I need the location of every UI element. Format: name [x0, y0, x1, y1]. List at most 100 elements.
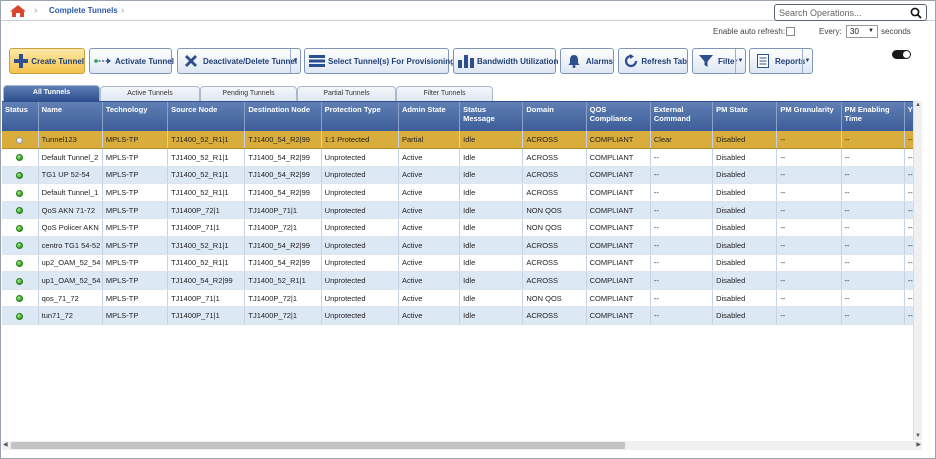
deactivate-delete-tunnel-button[interactable]: Deactivate/Delete Tunnel ▼: [177, 48, 301, 74]
table-cell: --: [776, 183, 842, 202]
status-cell: [2, 254, 39, 273]
table-row[interactable]: up1_OAM_52_54 MPLS-TP TJ1400_54_R2|99 TJ140…: [2, 271, 921, 290]
view-toggle-switch[interactable]: [892, 50, 911, 59]
auto-refresh-label: Enable auto refresh:: [713, 27, 786, 36]
table-row[interactable]: Default Tunnel_1 MPLS-TP TJ1400_52_R1|1 TJ1…: [2, 183, 921, 202]
table-row[interactable]: QoS Policer AKN MPLS-TP TJ1400P_71|1 TJ1400…: [2, 218, 921, 238]
column-header[interactable]: Status Message: [459, 102, 524, 131]
table-cell: --: [776, 148, 842, 167]
table-row[interactable]: Tunnel123 MPLS-TP TJ1400_52_R1|1 TJ1400_54_…: [2, 131, 921, 150]
table-row[interactable]: tun71_72 MPLS-TP TJ1400P_71|1 TJ1400P_72|1 U…: [2, 306, 921, 326]
tab-pending-tunnels[interactable]: Pending Tunnels: [200, 86, 297, 101]
column-header[interactable]: Technology: [102, 102, 169, 131]
column-header[interactable]: PM Enabling Time: [841, 102, 905, 131]
select-tunnels-provisioning-button[interactable]: Select Tunnel(s) For Provisioning: [304, 48, 455, 74]
table-cell: Disabled: [712, 289, 778, 308]
table-cell: Idle: [459, 183, 524, 202]
document-icon: [754, 53, 772, 69]
search-icon[interactable]: [910, 7, 922, 19]
table-cell: --: [650, 218, 714, 238]
table-row[interactable]: centro TG1 54-52 MPLS-TP TJ1400_52_R1|1 TJ1…: [2, 236, 921, 255]
chevron-right-icon: ›: [34, 5, 38, 16]
scroll-up-icon[interactable]: ▲: [915, 102, 921, 108]
table-cell: TJ1400_52_R1|1: [167, 148, 246, 167]
column-header[interactable]: PM State: [712, 102, 778, 131]
table-cell: TG1 UP 52-54: [38, 166, 103, 185]
table-cell: ACROSS: [522, 236, 587, 255]
column-header[interactable]: PM Granularity: [776, 102, 842, 131]
table-cell: --: [650, 306, 714, 326]
column-header[interactable]: Source Node: [167, 102, 246, 131]
table-cell: --: [650, 236, 714, 255]
table-row[interactable]: qos_71_72 MPLS-TP TJ1400P_71|1 TJ1400P_72|1…: [2, 289, 921, 308]
status-indicator-icon: [16, 277, 24, 285]
reports-label: Reports: [775, 56, 806, 66]
column-header[interactable]: Name: [38, 102, 103, 131]
status-indicator-icon: [16, 312, 24, 320]
table-row[interactable]: Default Tunnel_2 MPLS-TP TJ1400_52_R1|1 TJ1…: [2, 148, 921, 167]
scroll-right-icon[interactable]: ▶: [916, 441, 921, 448]
auto-refresh-checkbox[interactable]: [786, 27, 795, 36]
table-cell: Tunnel123: [38, 131, 103, 150]
column-header[interactable]: QOS Compliance: [586, 102, 651, 131]
refresh-interval-select[interactable]: 30 ▼: [846, 25, 878, 38]
breadcrumb: › Complete Tunnels ›: [1, 1, 935, 21]
table-cell: TJ1400_52_R1|1: [167, 131, 246, 150]
table-cell: --: [841, 254, 905, 273]
table-cell: NON QOS: [522, 201, 587, 220]
table-cell: --: [841, 306, 905, 326]
activate-tunnel-label: Activate Tunnel: [115, 56, 174, 66]
status-indicator-icon: [16, 136, 24, 144]
reports-button[interactable]: Reports ▼: [749, 48, 813, 74]
column-header[interactable]: Destination Node: [244, 102, 322, 131]
table-cell: MPLS-TP: [102, 201, 169, 220]
home-icon[interactable]: [9, 4, 27, 18]
breadcrumb-current[interactable]: Complete Tunnels: [49, 6, 118, 15]
table-cell: Idle: [459, 289, 524, 308]
refresh-tab-button[interactable]: Refresh Tab: [618, 48, 688, 74]
create-tunnel-button[interactable]: Create Tunnel: [9, 48, 85, 74]
tunnel-activate-icon: [94, 53, 112, 69]
chevron-down-icon[interactable]: ▼: [735, 49, 745, 73]
alarms-button[interactable]: Alarms: [560, 48, 614, 74]
table-cell: COMPLIANT: [586, 271, 651, 290]
tab-all-tunnels[interactable]: All Tunnels: [3, 85, 100, 101]
status-cell: [2, 236, 39, 255]
bandwidth-utilization-button[interactable]: Bandwidth Utilization: [453, 48, 558, 74]
tab-filter-tunnels[interactable]: Filter Tunnels: [396, 86, 493, 101]
column-header[interactable]: Admin State: [398, 102, 461, 131]
table-cell: --: [841, 166, 905, 185]
table-cell: --: [650, 289, 714, 308]
activate-tunnel-button[interactable]: Activate Tunnel: [89, 48, 174, 74]
table-row[interactable]: up2_OAM_52_54 MPLS-TP TJ1400_52_R1|1 TJ1400…: [2, 254, 921, 273]
horizontal-scroll-thumb[interactable]: [11, 442, 625, 449]
table-cell: Idle: [459, 218, 524, 238]
tab-partial-tunnels[interactable]: Partial Tunnels: [297, 86, 396, 101]
table-cell: --: [650, 254, 714, 273]
table-row[interactable]: QoS AKN 71-72 MPLS-TP TJ1400P_72|1 TJ1400P_…: [2, 201, 921, 220]
table-cell: ACROSS: [522, 183, 587, 202]
table-cell: Active: [398, 201, 461, 220]
scroll-down-icon[interactable]: ▼: [915, 433, 921, 439]
table-cell: COMPLIANT: [586, 236, 651, 255]
column-header[interactable]: Domain: [522, 102, 587, 131]
table-cell: Disabled: [712, 201, 778, 220]
tab-active-tunnels[interactable]: Active Tunnels: [100, 86, 200, 101]
table-cell: Clear: [650, 131, 714, 150]
scroll-left-icon[interactable]: ◀: [3, 441, 8, 448]
table-row[interactable]: TG1 UP 52-54 MPLS-TP TJ1400_52_R1|1 TJ1400_…: [2, 166, 921, 185]
table-cell: Unprotected: [321, 218, 399, 238]
column-header[interactable]: Protection Type: [321, 102, 399, 131]
column-header[interactable]: External Command: [650, 102, 714, 131]
chevron-down-icon[interactable]: ▼: [802, 49, 812, 73]
vertical-scrollbar[interactable]: ▲ ▼: [913, 101, 922, 440]
column-header[interactable]: Status: [2, 102, 39, 131]
tunnel-tabs: All Tunnels Active Tunnels Pending Tunne…: [0, 85, 936, 101]
table-cell: Idle: [459, 201, 524, 220]
table-cell: Active: [398, 289, 461, 308]
filter-button[interactable]: Filter ▼: [692, 48, 746, 74]
chevron-down-icon[interactable]: ▼: [290, 49, 300, 73]
search-input[interactable]: [774, 4, 927, 21]
horizontal-scrollbar[interactable]: ◀ ▶: [2, 441, 922, 450]
table-cell: --: [650, 271, 714, 290]
